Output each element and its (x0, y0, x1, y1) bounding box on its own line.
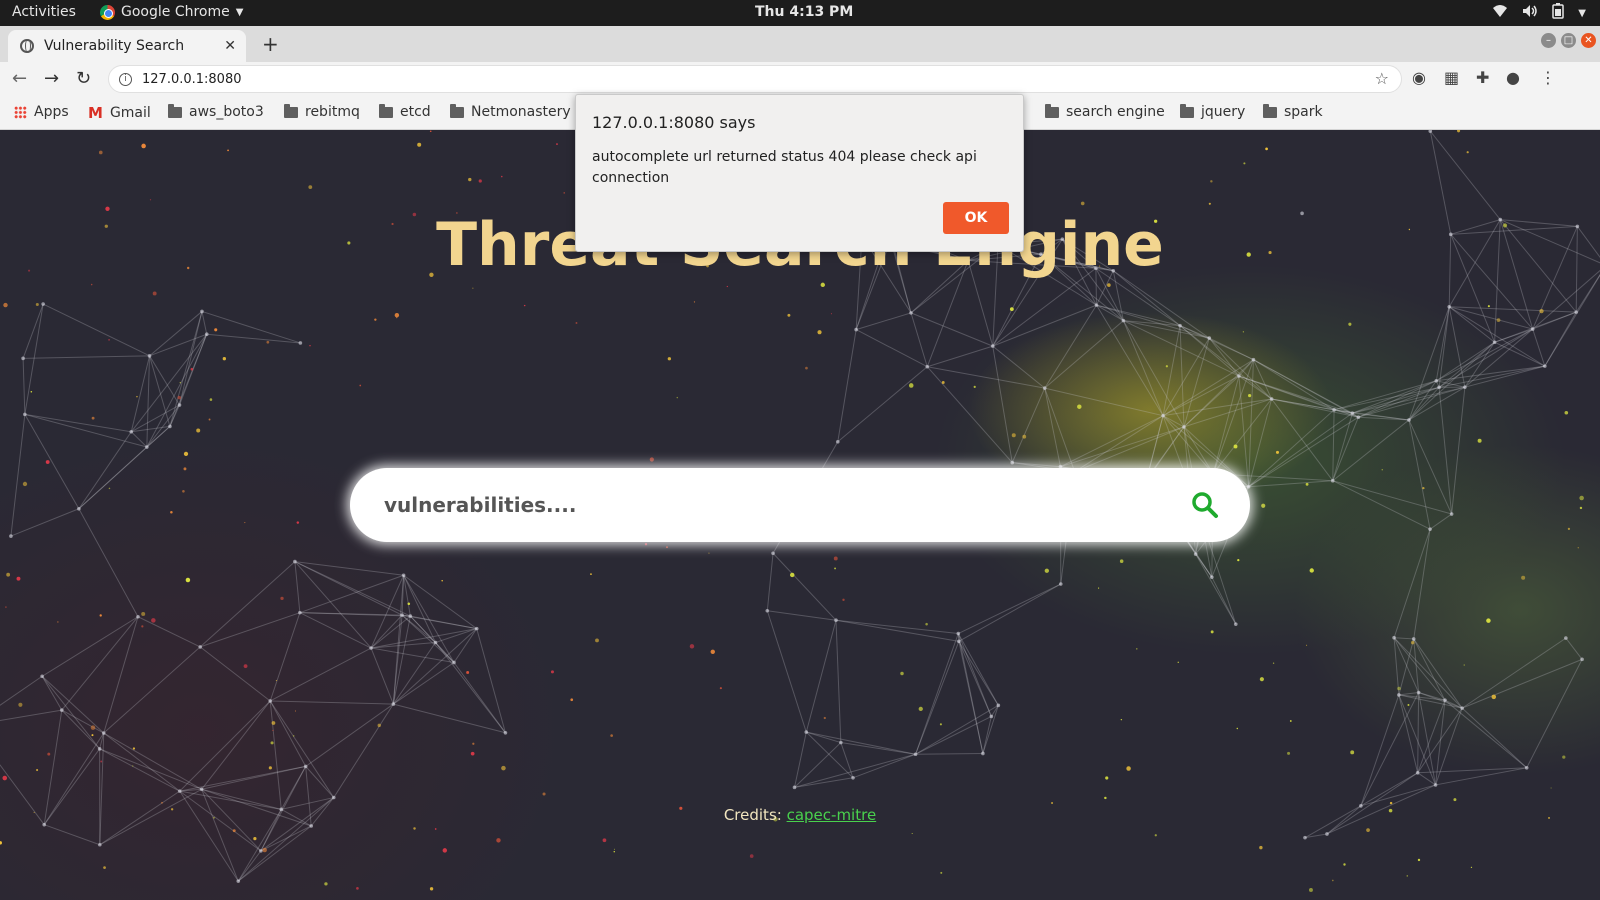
address-bar[interactable]: i 127.0.0.1:8080 ☆ (108, 65, 1402, 93)
site-info-icon[interactable]: i (119, 72, 132, 86)
reload-icon[interactable]: ↻ (76, 68, 91, 89)
bookmark-label: Apps (34, 104, 69, 120)
tab-strip: Vulnerability Search ✕ (0, 26, 1600, 62)
bookmark-label: search engine (1066, 104, 1165, 120)
qr-code-icon[interactable]: ▦ (1444, 68, 1459, 87)
wifi-icon (1492, 4, 1508, 22)
folder-icon (1263, 103, 1277, 118)
app-menu-label: Google Chrome (121, 4, 230, 20)
new-tab-button[interactable]: + (262, 32, 279, 56)
search-icon[interactable] (1190, 490, 1220, 520)
search-input[interactable] (384, 493, 1190, 517)
tab-vulnerability-search[interactable]: Vulnerability Search ✕ (8, 30, 246, 62)
menu-kebab-icon[interactable]: ⋮ (1540, 68, 1556, 87)
globe-icon (20, 39, 34, 53)
back-arrow-icon[interactable]: ← (12, 68, 27, 89)
bookmark-jquery[interactable]: jquery (1180, 103, 1246, 120)
clock[interactable]: Thu 4:13 PM (755, 4, 853, 20)
navigation-bar: ← → ↻ i 127.0.0.1:8080 ☆ ◉ ▦ ✚ ● ⋮ (0, 62, 1600, 96)
activities-button[interactable]: Activities (12, 4, 76, 20)
credits: Credits: capec-mitre (0, 806, 1600, 824)
maximize-icon[interactable]: □ (1561, 33, 1576, 48)
ok-button[interactable]: OK (943, 202, 1009, 234)
battery-icon (1552, 3, 1565, 23)
bookmark-label: spark (1284, 104, 1323, 120)
forward-arrow-icon[interactable]: → (44, 68, 59, 89)
bookmark-netmonastery[interactable]: Netmonastery (450, 103, 571, 120)
bookmark-search-engine[interactable]: search engine (1045, 103, 1165, 120)
bookmark-label: aws_boto3 (189, 104, 264, 120)
system-menu-chevron-icon: ▼ (1578, 7, 1586, 19)
folder-icon (1180, 103, 1194, 118)
bookmark-rebitmq[interactable]: rebitmq (284, 103, 360, 120)
close-window-icon[interactable]: ✕ (1581, 33, 1596, 48)
bookmark-apps[interactable]: Apps (14, 104, 69, 120)
bookmark-label: Gmail (109, 105, 151, 121)
search-bar (350, 468, 1250, 542)
bookmark-gmail[interactable]: M Gmail (88, 104, 151, 122)
close-tab-icon[interactable]: ✕ (224, 38, 236, 54)
url-text: 127.0.0.1:8080 (142, 71, 242, 87)
dialog-message: autocomplete url returned status 404 ple… (592, 149, 977, 186)
bookmark-label: jquery (1201, 104, 1246, 120)
chevron-down-icon: ▼ (235, 6, 244, 18)
alert-dialog: 127.0.0.1:8080 says autocomplete url ret… (575, 94, 1024, 252)
bookmark-label: rebitmq (305, 104, 360, 120)
gmail-icon: M (88, 104, 103, 122)
system-tray[interactable]: ▼ (1492, 3, 1586, 23)
folder-icon (1045, 103, 1059, 118)
extension-icon[interactable]: ◉ (1412, 68, 1426, 87)
volume-icon (1522, 4, 1538, 22)
profile-icon[interactable]: ● (1506, 68, 1520, 87)
bookmark-star-icon[interactable]: ☆ (1375, 69, 1389, 88)
puzzle-extensions-icon[interactable]: ✚ (1476, 68, 1489, 87)
apps-grid-icon (14, 105, 27, 119)
window-controls: – □ ✕ (1541, 33, 1596, 48)
tab-title: Vulnerability Search (44, 38, 185, 54)
bookmark-etcd[interactable]: etcd (379, 103, 431, 120)
chrome-icon (100, 4, 115, 20)
folder-icon (379, 103, 393, 118)
dialog-title: 127.0.0.1:8080 says (592, 113, 756, 132)
credits-link[interactable]: capec-mitre (787, 806, 877, 824)
folder-icon (168, 103, 182, 118)
credits-label: Credits: (723, 806, 782, 824)
bookmark-aws-boto3[interactable]: aws_boto3 (168, 103, 264, 120)
minimize-icon[interactable]: – (1541, 33, 1556, 48)
folder-icon (450, 103, 464, 118)
folder-icon (284, 103, 298, 118)
bookmark-label: etcd (400, 104, 431, 120)
os-top-bar: Activities Google Chrome ▼ Thu 4:13 PM ▼ (0, 0, 1600, 26)
bookmark-label: Netmonastery (471, 104, 571, 120)
bookmark-spark[interactable]: spark (1263, 103, 1323, 120)
app-menu[interactable]: Google Chrome ▼ (100, 4, 243, 20)
